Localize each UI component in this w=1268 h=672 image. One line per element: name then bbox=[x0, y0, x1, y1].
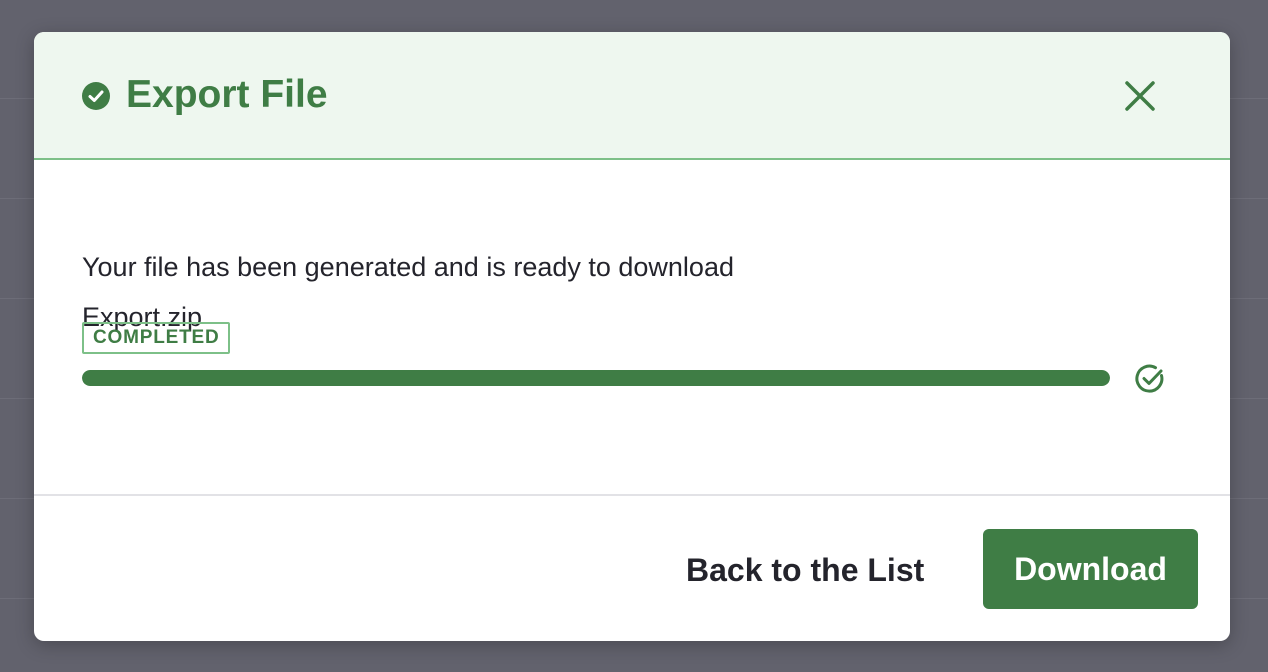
check-circle-outline-icon bbox=[1135, 364, 1164, 393]
back-to-list-button[interactable]: Back to the List bbox=[674, 548, 936, 592]
export-message: Your file has been generated and is read… bbox=[82, 252, 734, 282]
status-badge: COMPLETED bbox=[82, 322, 231, 354]
check-circle-icon bbox=[82, 82, 110, 110]
dialog-header: Export File bbox=[34, 32, 1230, 160]
dialog-footer: Back to the List Download bbox=[34, 494, 1230, 641]
export-dialog: Export File Your file has been generated… bbox=[34, 32, 1230, 641]
download-button[interactable]: Download bbox=[983, 529, 1198, 609]
dialog-title: Export File bbox=[126, 73, 328, 116]
progress-bar bbox=[82, 370, 1110, 386]
close-icon[interactable] bbox=[1120, 76, 1160, 116]
progress-fill bbox=[82, 370, 1110, 386]
dialog-body: Your file has been generated and is read… bbox=[34, 160, 1230, 494]
